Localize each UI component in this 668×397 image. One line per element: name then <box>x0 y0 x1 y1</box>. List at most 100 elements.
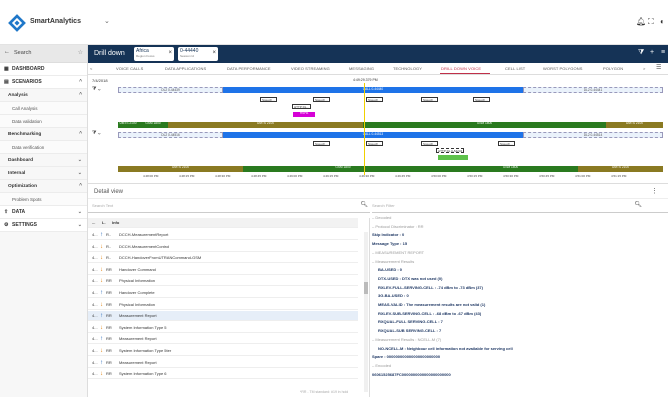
call-bar[interactable]: CALL 0-44440 <box>223 87 523 93</box>
msg-speech-2[interactable]: Speech... <box>313 97 330 102</box>
more-vertical-icon[interactable]: ⋮ <box>651 187 658 195</box>
chevron-down-icon[interactable]: ⌄ <box>104 17 110 25</box>
tech-bar-2[interactable]: GSM 1800 <box>138 122 168 128</box>
table-row[interactable]: 4... ↓ RR System Information Type 6 <box>88 369 358 380</box>
sidebar-item-benchmarking[interactable]: Benchmarking ^ <box>0 128 87 141</box>
table-row[interactable]: 4... ↓ RR System Information Type 5 <box>88 323 358 333</box>
filter-chip-region[interactable]: Africa Region Focus × <box>134 47 174 61</box>
msg-speech-1[interactable]: Speech... <box>260 97 277 102</box>
table-row[interactable]: 4... ↓ RR Handover Command <box>88 265 358 275</box>
sub-msg-speech-1[interactable]: Speech... <box>313 141 330 146</box>
search-icon[interactable]: 🔍︎ <box>360 201 368 208</box>
filter-icon[interactable]: ⧩ <box>638 49 644 57</box>
sidebar-search[interactable]: ← Search ☆ <box>0 45 87 63</box>
sidebar-item-data[interactable]: ⇧ DATA ⌄ <box>0 206 87 219</box>
table-row[interactable]: 4... ↑ RR Measurement Report <box>88 311 358 322</box>
tab-worst-polygons[interactable]: WORST POLYGONS <box>543 66 582 71</box>
filter-toggle-2[interactable]: ⧩ ⌄ <box>92 130 101 136</box>
table-row[interactable]: 4... ↓ R.. DCCH-MeasurementControl <box>88 242 358 252</box>
tab-technology[interactable]: TECHNOLOGY <box>393 66 422 71</box>
tab-polygon[interactable]: POLYGON <box>603 66 623 71</box>
table-row[interactable]: 4... ↑ RR Measurement Report <box>88 334 358 345</box>
tech-bar-5[interactable]: UMTS 2100 <box>606 122 663 128</box>
bell-icon[interactable]: 🔔︎ <box>636 17 646 26</box>
sidebar-item-dashboard-sub[interactable]: Dashboard ⌄ <box>0 154 87 167</box>
tab-data-performance[interactable]: DATA PERFORMANCE <box>227 66 271 71</box>
scrollbar[interactable] <box>364 232 368 392</box>
table-row[interactable]: 4... ↓ R.. DCCH-HandoverFromUTRANCommand-GS… <box>88 253 358 264</box>
sidebar-item-scenarios[interactable]: ▤ SCENARIOS ^ <box>0 76 87 89</box>
tab-data-applications[interactable]: DATA APPLICATIONS <box>165 66 206 71</box>
msg-speech-4[interactable]: Speech... <box>421 97 438 102</box>
msg-speech-5[interactable]: Speech... <box>473 97 490 102</box>
tab-cell-list[interactable]: CELL LIST <box>505 66 525 71</box>
time-cursor[interactable] <box>364 83 365 175</box>
session-bar-left-2[interactable]: DL2 0-44516 <box>118 132 223 138</box>
sub-msg-speech-4[interactable]: Speech... <box>498 141 515 146</box>
chevron-up-icon[interactable]: ^ <box>79 128 82 141</box>
tab-scroll-right[interactable]: > <box>643 66 645 71</box>
search-input[interactable]: Search Text 🔍︎ <box>88 199 370 213</box>
tech-bar-1[interactable]: UMTS 2100 <box>118 122 138 128</box>
table-row[interactable]: 4... ↓ RR Physical Information <box>88 300 358 310</box>
tech2-bar-3[interactable]: GSM 1800 <box>443 166 578 172</box>
star-icon[interactable]: ☆ <box>78 49 83 56</box>
sidebar-item-internal[interactable]: Internal ⌄ <box>0 167 87 180</box>
tech2-bar-2[interactable]: GSM 1800 <box>243 166 443 172</box>
table-row[interactable]: 4... ↑ R.. DCCH-MeasurementReport <box>88 230 358 240</box>
table-row[interactable]: 4... ↑ RR Measurement Report <box>88 358 358 368</box>
tab-voice-calls[interactable]: VOICE CALLS <box>116 66 143 71</box>
msg-speech-3[interactable]: Speech... <box>366 97 383 102</box>
scroll-thumb[interactable] <box>364 282 368 294</box>
search-icon[interactable]: 🔍︎ <box>634 201 642 208</box>
table-row[interactable]: 4... ↓ RR System Information Type 5ter <box>88 346 358 356</box>
tech2-bar-4[interactable]: UMTS 2100 <box>578 166 663 172</box>
tab-scroll-left[interactable]: < <box>90 66 92 71</box>
tab-video-streaming[interactable]: VIDEO STREAMING <box>291 66 330 71</box>
close-icon[interactable]: × <box>168 50 172 56</box>
chevron-down-icon[interactable]: ⌄ <box>78 219 82 232</box>
sub-green-bar[interactable] <box>438 155 468 160</box>
menu-icon[interactable]: ≡ <box>661 49 665 56</box>
session-bar-right-2[interactable]: DL2 0-44514 <box>523 132 663 138</box>
decoded-line[interactable]: – Protocol Discriminator : RR <box>372 224 424 229</box>
chevron-down-icon[interactable]: ⌄ <box>78 154 82 167</box>
sidebar-item-optimization[interactable]: Optimization ^ <box>0 180 87 193</box>
tech-bar-4[interactable]: GSM 1800 <box>363 122 606 128</box>
filter-chip-session[interactable]: 0-44440 Session Id × <box>178 47 218 61</box>
sidebar-item-dashboard[interactable]: ▦ DASHBOARD <box>0 63 87 76</box>
session-bar-left[interactable]: DL2 0-44439 <box>118 87 223 93</box>
session-bar-right[interactable]: DL2 0-44441 <box>523 87 663 93</box>
arrow-left-icon[interactable]: ← <box>4 49 10 55</box>
tab-drill-down-voice[interactable]: DRILL DOWN VOICE <box>441 66 481 71</box>
plus-icon[interactable]: + <box>650 49 654 56</box>
call-bar-2[interactable]: CALL 0-44513 <box>223 132 523 138</box>
msg-http-dl[interactable]: HTTP DL... <box>292 104 311 109</box>
tab-messaging[interactable]: MESSAGING <box>349 66 374 71</box>
tech-bar-3[interactable]: UMTS 2100 <box>168 122 363 128</box>
list-menu-icon[interactable]: ☰ <box>656 64 661 71</box>
tech2-bar-1[interactable]: UMTS 2100 <box>118 166 243 172</box>
decoded-line[interactable]: – MEASUREMENT REPORT <box>372 250 424 255</box>
filter-toggle[interactable]: ⧩ ⌄ <box>92 86 101 92</box>
chevron-up-icon[interactable]: ^ <box>79 89 82 102</box>
decoded-line[interactable]: – Measurement Results <box>372 259 414 264</box>
decoded-line[interactable]: – Encoded <box>372 363 391 368</box>
sub-msg-http[interactable]: HTTP DL 0-54234 <box>436 148 465 153</box>
filter-search-input[interactable]: Search Filter 🔍︎ <box>372 199 668 213</box>
table-row[interactable]: 4... ↑ RR Handover Complete <box>88 288 358 298</box>
chevron-down-icon[interactable]: ⌄ <box>78 167 82 180</box>
sidebar-item-data-verification[interactable]: Data verification <box>0 141 87 154</box>
sidebar-item-problem-spots[interactable]: Problem Spots <box>0 193 87 206</box>
sidebar-item-settings[interactable]: ⚙ SETTINGS ⌄ <box>0 219 87 232</box>
sidebar-item-call-analysis[interactable]: Call Analysis <box>0 102 87 115</box>
chevron-up-icon[interactable]: ^ <box>79 76 82 89</box>
decoded-line[interactable]: – Measurement Results : NCELL-M (7) <box>372 337 441 342</box>
sidebar-item-analysis[interactable]: Analysis ^ <box>0 89 87 102</box>
sub-msg-speech-3[interactable]: Speech... <box>421 141 438 146</box>
sidebar-item-data-validation[interactable]: Data validation <box>0 115 87 128</box>
decoded-line[interactable]: – Decoded <box>372 215 391 220</box>
close-icon[interactable]: × <box>212 50 216 56</box>
chevron-down-icon[interactable]: ⌄ <box>78 206 82 219</box>
chevron-up-icon[interactable]: ^ <box>79 180 82 193</box>
